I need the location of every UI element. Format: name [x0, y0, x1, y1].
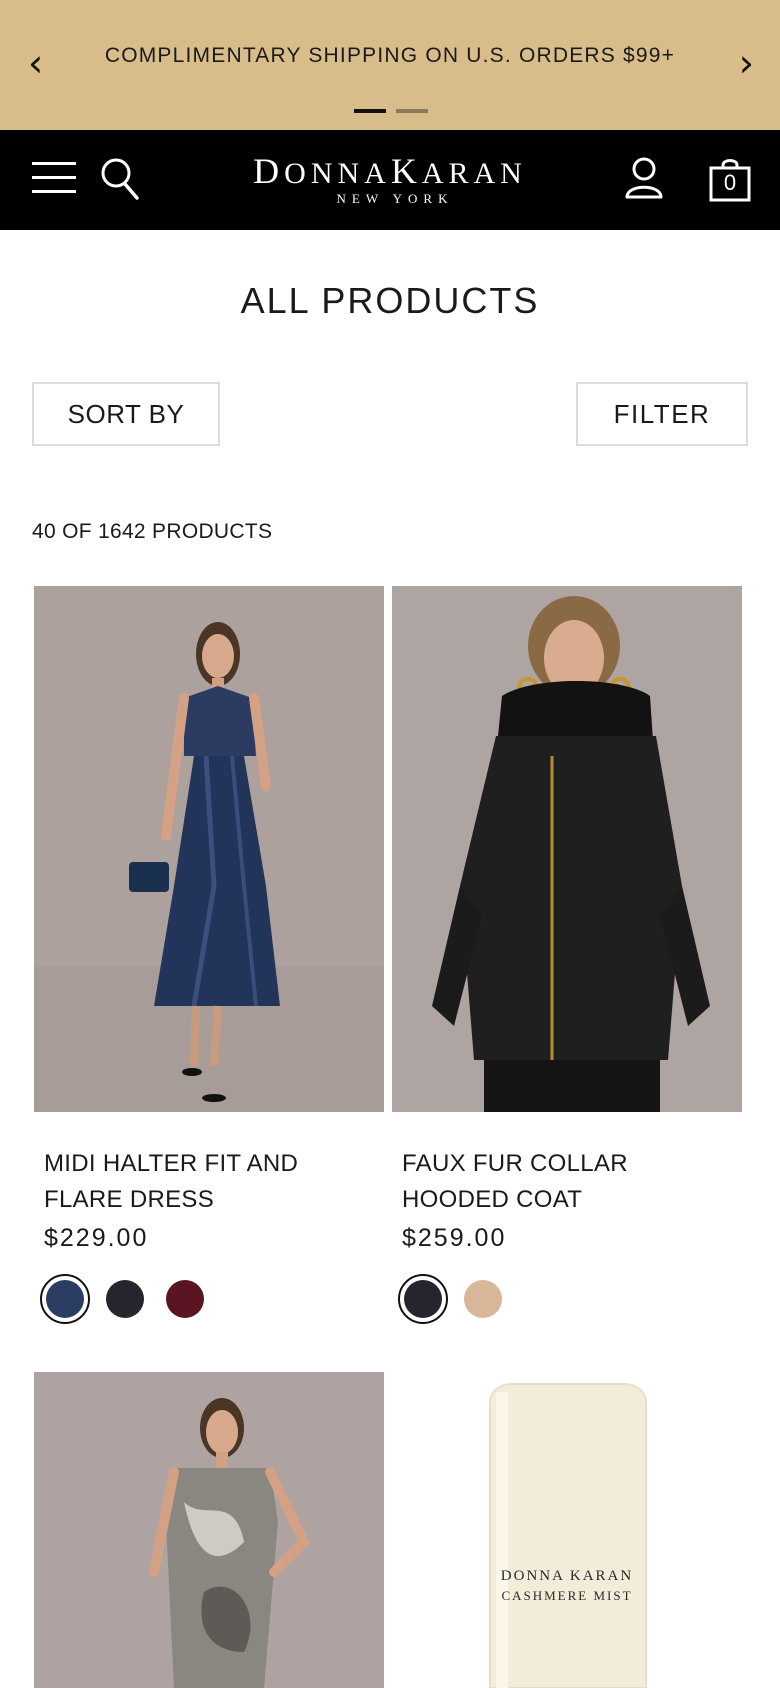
- shopping-bag-icon[interactable]: 0: [708, 156, 752, 202]
- promo-next-arrow[interactable]: ›: [739, 44, 754, 82]
- product-image[interactable]: [34, 586, 384, 1112]
- site-header: DONNAKARAN NEW YORK 0: [0, 130, 780, 230]
- page-title: ALL PRODUCTS: [240, 280, 540, 321]
- product-label-brand: DONNA KARAN: [500, 1568, 634, 1584]
- color-swatch-burgundy[interactable]: [160, 1274, 210, 1324]
- product-label-name: CASHMERE MIST: [501, 1588, 633, 1603]
- product-price: $259.00: [402, 1224, 507, 1252]
- bag-count: 0: [723, 170, 737, 195]
- color-swatch-black[interactable]: [100, 1274, 150, 1324]
- product-image[interactable]: DONNA KARAN CASHMERE MIST: [392, 1372, 742, 1688]
- sort-by-button[interactable]: SORT BY: [32, 382, 220, 446]
- promo-text[interactable]: COMPLIMENTARY SHIPPING ON U.S. ORDERS $9…: [0, 44, 780, 68]
- promo-dot-1[interactable]: [354, 109, 386, 113]
- product-image[interactable]: [392, 586, 742, 1112]
- logo-subtitle: NEW YORK: [336, 191, 454, 206]
- product-name[interactable]: MIDI HALTER FIT AND FLARE DRESS: [44, 1146, 374, 1218]
- promo-pagination: [354, 109, 428, 113]
- search-icon[interactable]: [100, 156, 142, 202]
- color-swatches: [398, 1274, 508, 1324]
- color-swatch-navy[interactable]: [40, 1274, 90, 1324]
- brand-logo[interactable]: DONNAKARAN NEW YORK: [200, 151, 580, 207]
- hamburger-menu-icon[interactable]: [32, 162, 76, 196]
- color-swatch-camel[interactable]: [458, 1274, 508, 1324]
- promo-dot-2[interactable]: [396, 109, 428, 113]
- promo-banner: ‹ COMPLIMENTARY SHIPPING ON U.S. ORDERS …: [0, 0, 780, 130]
- product-name[interactable]: FAUX FUR COLLAR HOODED COAT: [402, 1146, 732, 1218]
- product-count: 40 OF 1642 PRODUCTS: [32, 520, 273, 543]
- filter-button[interactable]: FILTER: [576, 382, 748, 446]
- logo-wordmark: DONNAKARAN: [253, 151, 527, 191]
- account-icon[interactable]: [624, 156, 664, 200]
- color-swatch-black[interactable]: [398, 1274, 448, 1324]
- product-price: $229.00: [44, 1224, 149, 1252]
- product-image[interactable]: [34, 1372, 384, 1688]
- color-swatches: [40, 1274, 210, 1324]
